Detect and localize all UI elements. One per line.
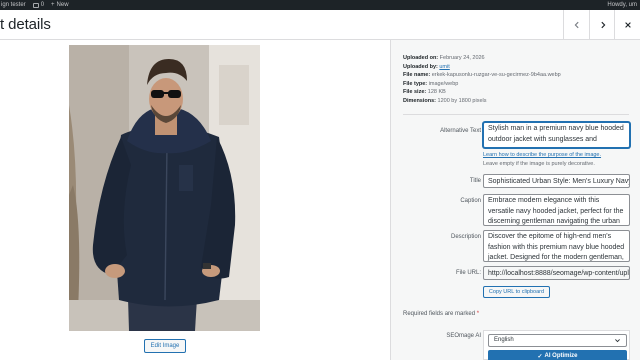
- greeting-text: Howdy, um: [607, 2, 637, 8]
- meta-label: File type:: [403, 80, 428, 87]
- comments-count: 0: [40, 2, 45, 8]
- meta-uploaded-by: Uploaded by: umit: [403, 63, 561, 72]
- meta-label: File size:: [403, 89, 427, 96]
- ai-optimize-button[interactable]: ✓ AI Optimize: [488, 350, 627, 360]
- alt-help-text: Leave empty if the image is purely decor…: [483, 161, 595, 167]
- next-button[interactable]: [589, 10, 615, 39]
- close-button[interactable]: [614, 10, 640, 39]
- meta-dimensions: Dimensions: 1200 by 1800 pixels: [403, 97, 561, 106]
- description-label: Description: [450, 234, 481, 240]
- title-label: Title: [469, 178, 481, 184]
- description-field[interactable]: Discover the epitome of high-end men's f…: [483, 230, 630, 262]
- alt-text-field[interactable]: Stylish man in a premium navy blue hoode…: [483, 122, 630, 148]
- site-name: ign tester: [1, 2, 26, 8]
- caption-label: Caption: [460, 198, 481, 204]
- meta-label: Dimensions:: [403, 97, 437, 104]
- meta-label: Uploaded on:: [403, 55, 439, 61]
- plus-icon: +: [51, 2, 55, 8]
- comment-icon: [32, 2, 39, 8]
- admin-bar-new[interactable]: + New: [51, 2, 69, 8]
- seomage-panel: English ✓ AI Optimize: [483, 330, 630, 360]
- meta-uploaded-on: Uploaded on: February 24, 2026: [403, 54, 561, 63]
- admin-bar-site-link[interactable]: ign tester: [1, 2, 26, 8]
- admin-bar-account[interactable]: Howdy, um: [607, 0, 637, 10]
- new-label: New: [56, 2, 69, 8]
- admin-bar-comments[interactable]: 0: [32, 2, 45, 8]
- alt-help-link[interactable]: Learn how to describe the purpose of the…: [483, 152, 601, 158]
- meta-file-type: File type: image/webp: [403, 80, 561, 89]
- modal-header: t details: [0, 10, 640, 40]
- image-preview-area: Edit Image: [0, 40, 390, 360]
- caption-field[interactable]: Embrace modern elegance with this versat…: [483, 194, 630, 226]
- meta-value: image/webp: [428, 80, 459, 87]
- ai-optimize-label: AI Optimize: [544, 353, 578, 359]
- page-title: t details: [0, 16, 51, 33]
- language-value: English: [494, 337, 514, 343]
- seomage-label: SEOmage AI: [446, 333, 481, 339]
- uploader-link[interactable]: umit: [439, 64, 449, 70]
- meta-value: 1200 by 1800 pixels: [437, 97, 487, 104]
- required-fields-note: Required fields are marked *: [403, 311, 479, 317]
- meta-value: February 24, 2026: [439, 55, 485, 61]
- meta-file-name: File name: erkek-kapusonlu-ruzgar-ve-su-…: [403, 71, 561, 80]
- file-url-label: File URL:: [455, 270, 481, 276]
- alt-text-label: Alternative Text: [440, 128, 481, 134]
- admin-bar: ign tester 0 + New Howdy, um: [0, 0, 640, 10]
- title-field[interactable]: Sophisticated Urban Style: Men's Luxury …: [483, 174, 630, 188]
- close-icon: [624, 21, 631, 28]
- sparkle-icon: ✓: [537, 353, 543, 360]
- meta-label: Uploaded by:: [403, 63, 438, 70]
- alt-help: Learn how to describe the purpose of the…: [483, 152, 601, 158]
- meta-file-size: File size: 128 KB: [403, 88, 561, 97]
- required-text: Required fields are marked: [403, 311, 476, 317]
- meta-value: 128 KB: [427, 89, 446, 96]
- chevron-left-icon: [574, 21, 579, 28]
- required-star: *: [476, 311, 480, 317]
- edit-image-button[interactable]: Edit Image: [144, 339, 186, 353]
- divider: [403, 114, 629, 115]
- chevron-down-icon: [615, 339, 620, 343]
- copy-url-button[interactable]: Copy URL to clipboard: [483, 286, 550, 298]
- attachment-details-sidebar: Uploaded on: February 24, 2026 Uploaded …: [390, 40, 640, 360]
- attachment-image: [69, 45, 260, 331]
- language-select[interactable]: English: [488, 334, 627, 347]
- meta-label: File name:: [403, 72, 431, 79]
- file-url-field[interactable]: http://localhost:8888/seomage/wp-content…: [483, 266, 630, 280]
- file-meta: Uploaded on: February 24, 2026 Uploaded …: [403, 54, 561, 106]
- meta-value: erkek-kapusonlu-ruzgar-ve-su-gecirmez-9b…: [431, 72, 561, 79]
- chevron-right-icon: [600, 21, 605, 28]
- previous-button[interactable]: [563, 10, 589, 39]
